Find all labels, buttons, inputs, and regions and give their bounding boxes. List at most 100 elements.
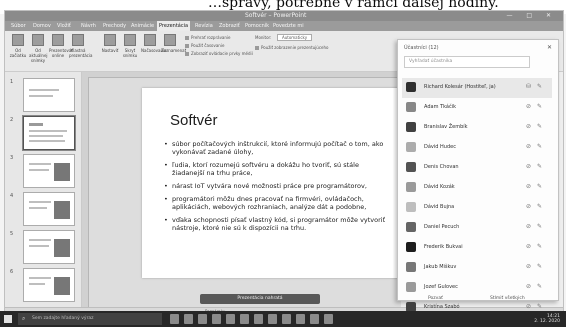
participant-search-input[interactable]: Vyhľadať účastníka (404, 56, 530, 68)
tab-tell-me[interactable]: Povedzte mi (271, 21, 306, 31)
participant-row[interactable]: Dávid Hudec ⊘ ✎ (402, 138, 552, 158)
tab-view[interactable]: Zobraziť (217, 21, 242, 31)
slide-thumbnail[interactable]: 5 (10, 230, 75, 264)
play-narrations-option[interactable]: Prehrať rozprávanie (185, 35, 231, 40)
word-icon[interactable] (254, 314, 263, 324)
zoom-icon[interactable] (324, 314, 333, 324)
mic-camera-icon[interactable]: ⛁ ✎ (526, 83, 544, 90)
tab-design[interactable]: Návrh (79, 21, 98, 31)
mic-camera-icon[interactable]: ⊘ ✎ (526, 103, 544, 110)
title-bar: Softvér – PowerPoint — □ ✕ (5, 11, 563, 21)
notification-toast: Prezentácia nahratá (200, 294, 320, 304)
ribbon-tabs: Súbor Domov Vložiť Návrh Prechody Animác… (5, 21, 563, 31)
checkbox-icon (185, 52, 189, 56)
slide-thumbnail[interactable]: 1 (10, 78, 75, 112)
setup-button[interactable]: Nastaviť (101, 34, 119, 53)
tab-transitions[interactable]: Prechody (101, 21, 128, 31)
mail-icon[interactable] (240, 314, 249, 324)
participant-row[interactable]: Jozef Gulovec ⊘ ✎ (402, 278, 552, 298)
avatar (406, 262, 416, 272)
mic-camera-icon[interactable]: ⊘ ✎ (526, 303, 544, 310)
tab-help[interactable]: Pomocník (243, 21, 271, 31)
slide-thumbnail-selected[interactable]: 2 (10, 116, 75, 150)
participant-row[interactable]: Branislav Žembík ⊘ ✎ (402, 118, 552, 138)
participant-name: Richard Kolesár (Hostiteľ, ja) (424, 84, 496, 90)
windows-start-icon[interactable] (4, 315, 12, 323)
taskbar-search-input[interactable]: Sem zadajte hľadaný výraz (18, 313, 162, 325)
present-online-button[interactable]: Prezentovať online (49, 34, 73, 58)
avatar (406, 202, 416, 212)
participant-row[interactable]: Daniel Pecuch ⊘ ✎ (402, 218, 552, 238)
monitor-label: Monitor: (255, 35, 272, 40)
participant-row[interactable]: Richard Kolesár (Hostiteľ, ja) ⛁ ✎ (402, 78, 552, 98)
close-icon[interactable]: ✕ (547, 44, 552, 51)
slide-editor: Softvér súbor počítačových inštrukcií, k… (82, 72, 452, 308)
avatar (406, 82, 416, 92)
mic-camera-icon[interactable]: ⊘ ✎ (526, 163, 544, 170)
record-button[interactable]: Zaznamenať (161, 34, 186, 53)
vertical-ruler (82, 77, 89, 308)
store-icon[interactable] (226, 314, 235, 324)
presenter-view-option[interactable]: Použiť zobrazenie prezentujúceho (255, 45, 328, 50)
tab-slideshow[interactable]: Prezentácia (157, 21, 191, 31)
participants-panel: Účastníci (12) ✕ Vyhľadať účastníka Rich… (397, 39, 559, 312)
checkbox-icon (185, 44, 189, 48)
use-timings-option[interactable]: Použiť časovanie (185, 43, 224, 48)
tab-home[interactable]: Domov (31, 21, 53, 31)
from-current-button[interactable]: Od aktuálnej snímky (29, 34, 48, 63)
monitor-select[interactable]: Automaticky (277, 34, 313, 41)
avatar (406, 242, 416, 252)
participant-name: Dávid Hudec (424, 144, 456, 150)
checkbox-icon (185, 36, 189, 40)
slide-thumbnail[interactable]: 4 (10, 192, 75, 226)
slide-title[interactable]: Softvér (170, 112, 218, 129)
hide-slide-icon (124, 34, 136, 46)
tab-review[interactable]: Revízia (193, 21, 215, 31)
show-media-controls-option[interactable]: Zobraziť ovládacie prvky médií (185, 51, 253, 56)
tab-animations[interactable]: Animácie (129, 21, 156, 31)
window-controls[interactable]: — □ ✕ (506, 11, 557, 21)
mic-camera-icon[interactable]: ⊘ ✎ (526, 203, 544, 210)
excel-icon[interactable] (268, 314, 277, 324)
mic-camera-icon[interactable]: ⊘ ✎ (526, 183, 544, 190)
mic-camera-icon[interactable]: ⊘ ✎ (526, 243, 544, 250)
mic-camera-icon[interactable]: ⊘ ✎ (526, 263, 544, 270)
stopwatch-icon (144, 34, 156, 46)
tab-insert[interactable]: Vložiť (55, 21, 73, 31)
mic-camera-icon[interactable]: ⊘ ✎ (526, 143, 544, 150)
onenote-icon[interactable] (310, 314, 319, 324)
powerpoint-icon[interactable] (282, 314, 291, 324)
edge-icon[interactable] (184, 314, 193, 324)
participant-name: Kristína Szabó (424, 304, 460, 310)
mic-camera-icon[interactable]: ⊘ ✎ (526, 123, 544, 130)
hide-slide-button[interactable]: Skryť snímku (121, 34, 139, 58)
avatar (406, 182, 416, 192)
participant-name: Denis Chovan (424, 164, 459, 170)
mic-camera-icon[interactable]: ⊘ ✎ (526, 223, 544, 230)
avatar (406, 282, 416, 292)
play-current-icon (32, 34, 44, 46)
window-title: Softvér – PowerPoint (245, 12, 307, 19)
slide-thumbnail[interactable]: 6 (10, 268, 75, 302)
mic-camera-icon[interactable]: ⊘ ✎ (526, 283, 544, 290)
rehearse-timings-button[interactable]: Načasovanie (141, 34, 167, 53)
participant-row[interactable]: Denis Chovan ⊘ ✎ (402, 158, 552, 178)
participant-row[interactable]: Frederik Bukvai ⊘ ✎ (402, 238, 552, 258)
system-tray-clock[interactable]: 14:21 2. 12. 2020 (534, 314, 560, 324)
tab-file[interactable]: Súbor (9, 21, 28, 31)
participant-row[interactable]: Dávid Kozák ⊘ ✎ (402, 178, 552, 198)
task-view-icon[interactable] (170, 314, 179, 324)
chrome-icon[interactable] (212, 314, 221, 324)
participant-name: Jakub Miškuv (424, 264, 457, 270)
participant-row[interactable]: Dávid Bujna ⊘ ✎ (402, 198, 552, 218)
file-explorer-icon[interactable] (198, 314, 207, 324)
from-beginning-button[interactable]: Od začiatku (9, 34, 27, 58)
mute-all-button[interactable]: Stlmiť všetkých (490, 296, 525, 301)
participant-row[interactable]: Jakub Miškuv ⊘ ✎ (402, 258, 552, 278)
custom-show-button[interactable]: Vlastná prezentácia (69, 34, 92, 58)
participants-title: Účastníci (12) (404, 45, 439, 51)
invite-button[interactable]: Pozvať (428, 296, 443, 301)
participant-row[interactable]: Adam Tkáčik ⊘ ✎ (402, 98, 552, 118)
slide-thumbnail[interactable]: 3 (10, 154, 75, 188)
teams-icon[interactable] (296, 314, 305, 324)
